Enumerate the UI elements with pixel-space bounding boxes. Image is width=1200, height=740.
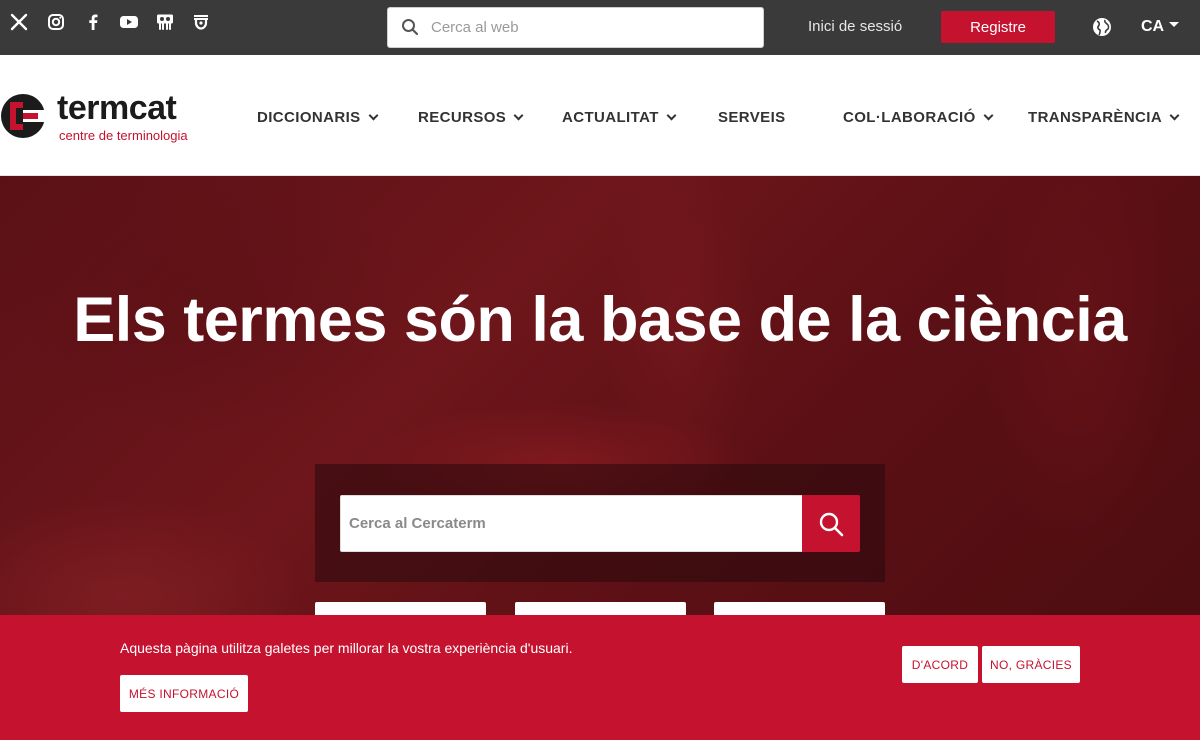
nav-label: ACTUALITAT: [562, 109, 659, 126]
termcat-logo-mark: [1, 94, 45, 138]
nav-label: DICCIONARIS: [257, 109, 361, 126]
search-icon: [401, 18, 419, 41]
cercaterm-input[interactable]: [341, 496, 802, 551]
x-icon[interactable]: [9, 12, 29, 32]
youtube-icon[interactable]: [119, 12, 139, 32]
cookie-banner: Aquesta pàgina utilitza galetes per mill…: [0, 615, 1200, 740]
language-selector[interactable]: CA: [1141, 18, 1180, 36]
globe-icon[interactable]: [1092, 17, 1112, 42]
decline-cookies-button[interactable]: NO, GRÀCIES: [982, 646, 1080, 683]
chevron-down-icon: [1169, 110, 1180, 121]
nav-recursos[interactable]: RECURSOS: [418, 109, 524, 126]
ivoox-icon[interactable]: [191, 12, 211, 32]
nav-actualitat[interactable]: ACTUALITAT: [562, 109, 677, 126]
termcat-logo[interactable]: termcat centre de terminologia: [0, 89, 200, 143]
nav-col-laboracio[interactable]: COL·LABORACIÓ: [843, 109, 994, 126]
register-button[interactable]: Registre: [941, 11, 1055, 43]
instagram-icon[interactable]: [46, 12, 66, 32]
login-link[interactable]: Inici de sessió: [808, 18, 902, 35]
top-bar: Inici de sessió Registre CA: [0, 0, 1200, 55]
chevron-down-icon: [983, 110, 994, 121]
search-icon: [819, 512, 844, 536]
main-header: termcat centre de terminologia DICCIONAR…: [0, 55, 1200, 176]
nav-serveis[interactable]: SERVEIS: [718, 109, 786, 126]
language-label: CA: [1141, 18, 1165, 35]
nav-label: TRANSPARÈNCIA: [1028, 109, 1163, 126]
caret-down-icon: [1169, 21, 1180, 27]
chevron-down-icon: [368, 110, 379, 121]
chevron-down-icon: [666, 110, 677, 121]
cercaterm-search-box: [340, 495, 803, 552]
slideshare-icon[interactable]: [155, 12, 175, 32]
more-info-button[interactable]: MÉS INFORMACIÓ: [120, 675, 248, 712]
logo-wordmark: termcat: [57, 89, 177, 127]
cookie-message: Aquesta pàgina utilitza galetes per mill…: [120, 640, 573, 656]
facebook-icon[interactable]: [83, 12, 103, 32]
hero-title: Els termes són la base de la ciència: [73, 285, 1127, 355]
logo-subtitle: centre de terminologia: [59, 128, 188, 143]
web-search-input[interactable]: [431, 8, 751, 47]
cercaterm-search-button[interactable]: [802, 495, 860, 552]
nav-diccionaris[interactable]: DICCIONARIS: [257, 109, 379, 126]
nav-transparencia[interactable]: TRANSPARÈNCIA: [1028, 109, 1180, 126]
nav-label: SERVEIS: [718, 109, 786, 126]
chevron-down-icon: [513, 110, 524, 121]
web-search-box: [387, 7, 764, 48]
nav-label: COL·LABORACIÓ: [843, 109, 976, 126]
nav-label: RECURSOS: [418, 109, 507, 126]
accept-cookies-button[interactable]: D'ACORD: [902, 646, 978, 683]
